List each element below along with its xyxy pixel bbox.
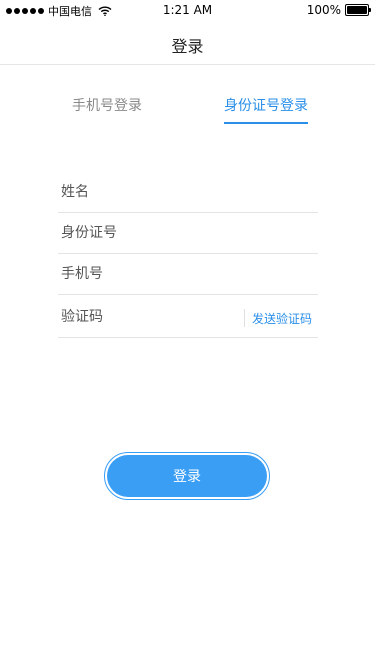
active-tab-indicator bbox=[224, 122, 308, 124]
phone-field-row bbox=[58, 254, 318, 295]
battery-icon bbox=[345, 4, 371, 16]
phone-input[interactable] bbox=[58, 254, 238, 294]
name-field-row bbox=[58, 172, 318, 213]
login-tabs: 手机号登录 身份证号登录 bbox=[0, 96, 375, 126]
navigation-bar: 登录 bbox=[0, 20, 375, 65]
send-code-button[interactable]: 发送验证码 bbox=[252, 310, 312, 327]
id-field-row bbox=[58, 213, 318, 254]
tab-phone-login[interactable]: 手机号登录 bbox=[72, 96, 142, 126]
code-divider bbox=[244, 309, 245, 327]
status-bar: 中国电信 1:21 AM 100% bbox=[0, 0, 375, 20]
login-button[interactable]: 登录 bbox=[107, 455, 267, 497]
code-field-row: 发送验证码 bbox=[58, 296, 318, 338]
battery-percent: 100% bbox=[306, 3, 341, 17]
verification-code-input[interactable] bbox=[58, 296, 238, 337]
login-button-outline: 登录 bbox=[104, 452, 270, 500]
id-number-input[interactable] bbox=[58, 213, 238, 253]
page-title: 登录 bbox=[171, 37, 204, 56]
name-input[interactable] bbox=[58, 172, 238, 212]
status-right: 100% bbox=[306, 3, 371, 17]
